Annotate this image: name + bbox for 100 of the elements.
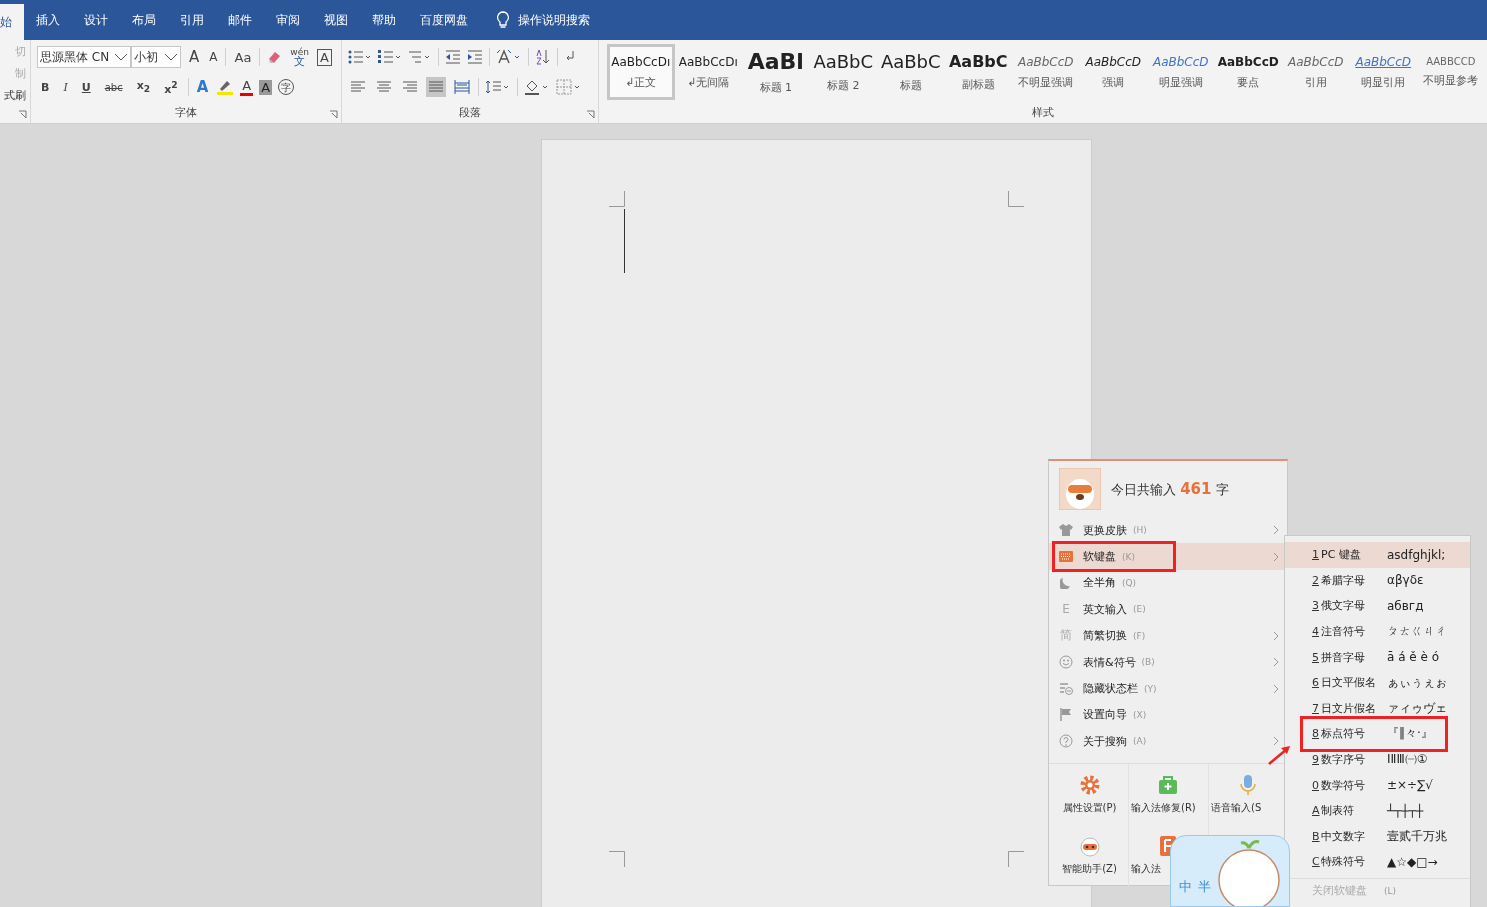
paint-bucket-icon[interactable] [524, 79, 550, 95]
font-size-dropdown[interactable]: 小初 [131, 46, 181, 68]
sort-icon[interactable] [535, 49, 551, 65]
format-button[interactable]: U [77, 80, 95, 94]
menu-item[interactable]: 全半角 (Q) [1049, 569, 1287, 597]
text-direction-icon[interactable] [496, 49, 522, 65]
font-name-value: 思源黑体 CN [40, 48, 110, 66]
font-color-button[interactable]: A [240, 78, 254, 96]
style-gallery-item[interactable]: AABBCCD 不明显参考 [1417, 44, 1485, 100]
multilevel-list-icon[interactable] [408, 50, 432, 64]
format-button[interactable]: x$^{2}$ [160, 78, 182, 96]
menu-item-label: 制表符 [1321, 803, 1355, 819]
format-button[interactable]: B [37, 80, 54, 94]
menu-item[interactable]: A制表符 ┴┬┼┬┼ [1285, 797, 1470, 824]
style-gallery-item[interactable]: AaBbCcD 强调 [1079, 44, 1147, 100]
style-gallery-item[interactable]: AaBbCcD 引用 [1282, 44, 1350, 100]
style-gallery-item[interactable]: AaBbCcD 明显强调 [1147, 44, 1215, 100]
group-label: 样式 [1031, 105, 1055, 120]
menu-item[interactable]: 3 俄文字母 абвгд [1285, 593, 1470, 619]
eraser-icon[interactable] [266, 49, 283, 65]
change-case-button[interactable]: Aa [232, 49, 254, 65]
bullets-icon[interactable] [348, 50, 372, 64]
dialog-launcher-icon[interactable] [18, 110, 27, 119]
style-gallery-item[interactable]: AaBbCcD 不明显强调 [1012, 44, 1080, 100]
text-effects-button[interactable]: A [194, 78, 211, 96]
menu-item[interactable]: 2 希腊字母 αβγδε [1285, 567, 1470, 594]
font-name-dropdown[interactable]: 思源黑体 CN [37, 46, 131, 68]
menu-item-label: 表情&符号 [1083, 654, 1136, 670]
shirt-icon [1059, 524, 1073, 537]
ribbon-tab[interactable]: 插入 [24, 0, 72, 40]
text-cursor [624, 209, 625, 273]
menu-item[interactable]: 0 数学符号 ±×÷∑√ [1285, 772, 1470, 798]
menu-item-label: 隐藏状态栏 [1083, 681, 1138, 697]
ribbon-tab[interactable]: 审阅 [264, 0, 312, 40]
highlighter-icon[interactable] [216, 79, 235, 95]
access-key: 6 [1312, 676, 1321, 690]
character-sample: 壹贰千万兆 [1387, 827, 1447, 845]
character-border-button[interactable]: A [316, 48, 332, 66]
clipboard-command[interactable]: 式刷 [4, 86, 26, 105]
shrink-font-button[interactable]: A [207, 50, 220, 64]
align-button[interactable] [452, 77, 472, 97]
ribbon-tab[interactable]: 帮助 [360, 0, 408, 40]
phonetic-guide-button[interactable]: wén 文 [288, 47, 311, 67]
ribbon-tab[interactable]: 视图 [312, 0, 360, 40]
menu-item[interactable]: 4 注音符号 ㄆㄊㄍㄐㄔ [1285, 618, 1470, 645]
tool-label[interactable]: 语音输入(S [1211, 800, 1262, 815]
shortcut-hint: (X) [1133, 709, 1147, 720]
character-sample: asdfghjkl; [1387, 547, 1446, 562]
format-button[interactable]: x$_{2}$ [132, 79, 155, 95]
style-gallery-item[interactable]: AaBl 标题 1 [742, 44, 810, 100]
menu-item[interactable]: 5 拼音字母 ā á ě è ó [1285, 644, 1470, 670]
style-gallery-item[interactable]: AaBbC 标题 [877, 44, 945, 100]
format-button[interactable]: I [59, 80, 72, 94]
letter-icon: 简 [1060, 627, 1072, 645]
character-sample: ā á ě è ó [1387, 650, 1440, 665]
menu-item[interactable]: 软键盘 (K) [1049, 543, 1287, 570]
grow-font-button[interactable]: A [187, 48, 202, 66]
tool-label[interactable]: 输入法 [1131, 861, 1161, 876]
tool-label[interactable]: 智能助手(Z) [1062, 861, 1117, 876]
ribbon-tab[interactable]: 引用 [168, 0, 216, 40]
menu-item-label: 日文平假名 [1321, 675, 1377, 691]
character-sample: ㄆㄊㄍㄐㄔ [1387, 623, 1447, 641]
ribbon-tab[interactable]: 设计 [72, 0, 120, 40]
dialog-launcher-icon[interactable] [329, 110, 338, 119]
ribbon-tab[interactable]: 始 [0, 4, 24, 40]
style-gallery-item[interactable]: AaBbC 副标题 [944, 44, 1012, 100]
menu-item[interactable]: 设置向导 (X) [1049, 701, 1287, 729]
style-gallery-item[interactable]: AaBbCcDı ↲无间隔 [674, 44, 742, 100]
menu-item[interactable]: 简 简繁切换 (F) [1049, 622, 1287, 649]
ribbon-tab[interactable]: 布局 [120, 0, 168, 40]
style-gallery-item[interactable]: AaBbCcDı ↲正文 [607, 44, 675, 100]
menu-item[interactable]: 表情&符号 (B) [1049, 648, 1287, 676]
menu-item[interactable]: 1 PC 键盘 asdfghjkl; [1285, 542, 1470, 568]
access-key: 7 [1312, 701, 1321, 715]
group-label: 段落 [458, 105, 482, 120]
numbering-icon[interactable] [378, 50, 402, 64]
tool-label[interactable]: 输入法修复(R) [1131, 800, 1196, 815]
line-spacing-icon[interactable] [485, 79, 511, 95]
style-gallery-item[interactable]: AaBbC 标题 2 [809, 44, 877, 100]
tell-me-search[interactable]: 操作说明搜索 [518, 11, 590, 29]
style-gallery-item[interactable]: AaBbCcD 明显引用 [1349, 44, 1417, 100]
menu-item[interactable]: 8 标点符号 『‖々·』 [1285, 721, 1470, 747]
access-key: B [1312, 829, 1321, 843]
moon-icon [1060, 576, 1072, 589]
menu-item[interactable]: E 英文输入 (E) [1049, 596, 1287, 623]
character-shading-button[interactable]: A [259, 79, 273, 95]
dialog-launcher-icon[interactable] [586, 110, 595, 119]
menu-item[interactable]: 关于搜狗 (A) [1049, 728, 1287, 755]
menu-item[interactable]: 6 日文平假名 ぁぃぅぇぉ [1285, 669, 1470, 696]
menu-item[interactable]: 更换皮肤 (H) [1049, 517, 1287, 544]
increase-indent-icon[interactable] [467, 50, 483, 64]
ribbon-tab[interactable]: 邮件 [216, 0, 264, 40]
decrease-indent-icon[interactable] [445, 50, 461, 64]
letter-icon: E [1062, 602, 1070, 617]
shortcut-hint: (A) [1133, 736, 1147, 747]
format-button[interactable]: abc [100, 81, 127, 93]
menu-item[interactable]: 隐藏状态栏 (Y) [1049, 675, 1287, 702]
style-gallery-item[interactable]: AaBbCcD 要点 [1214, 44, 1282, 100]
ribbon-tab[interactable]: 百度网盘 [408, 0, 480, 40]
tool-label[interactable]: 属性设置(P) [1062, 800, 1117, 815]
